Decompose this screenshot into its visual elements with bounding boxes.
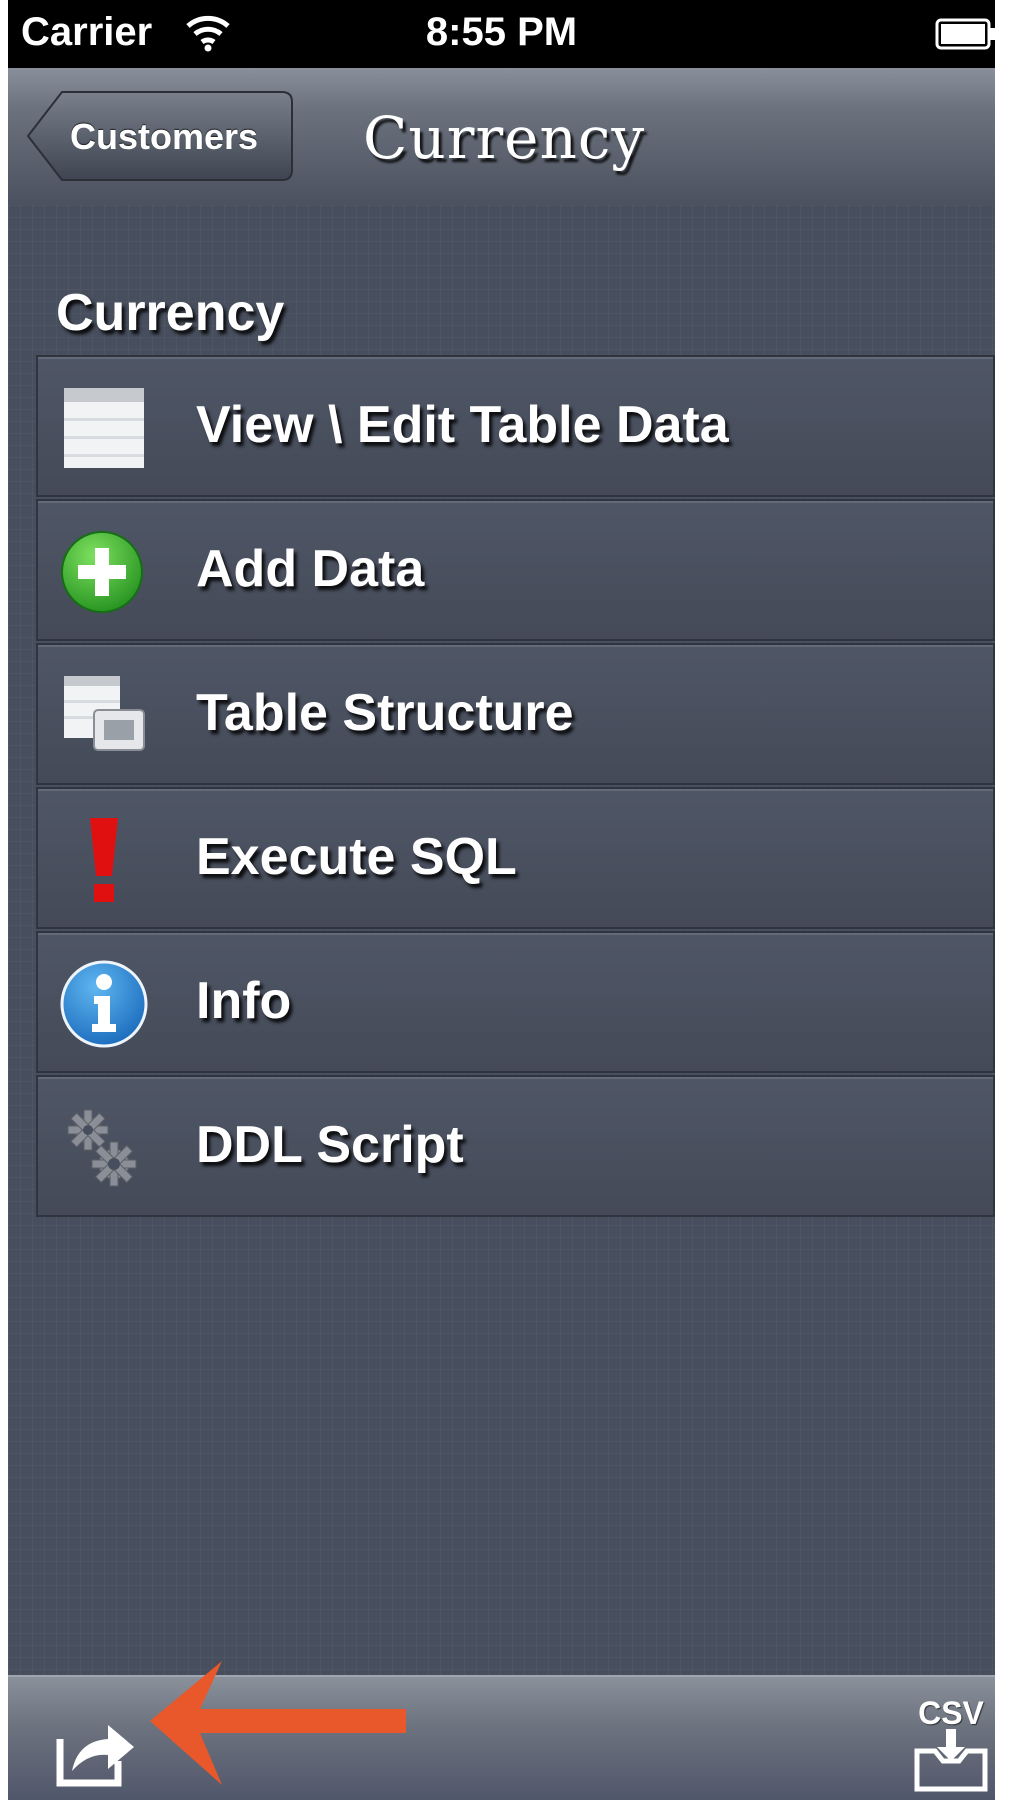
section-title: Currency <box>56 284 285 342</box>
table-icon <box>60 384 148 472</box>
csv-export-button[interactable]: CSV <box>913 1695 989 1792</box>
gears-icon <box>60 1104 148 1192</box>
status-time: 8:55 PM <box>425 10 578 54</box>
content-area: Currency View \ Edit Table Data Add Data… <box>8 205 995 1675</box>
download-tray-icon <box>914 1729 988 1792</box>
exclamation-icon <box>60 816 148 904</box>
menu-item-label: Table Structure <box>196 684 574 742</box>
nav-title: Currency <box>363 104 646 172</box>
menu-item-execute-sql[interactable]: Execute SQL <box>36 787 995 929</box>
menu-item-label: DDL Script <box>196 1116 464 1174</box>
share-button[interactable] <box>56 1713 138 1787</box>
menu-item-view-edit-table-data[interactable]: View \ Edit Table Data <box>36 355 995 497</box>
menu-item-info[interactable]: Info <box>36 931 995 1073</box>
back-button-label: Customers <box>70 116 259 157</box>
menu-item-label: Add Data <box>196 540 425 598</box>
table-structure-icon <box>60 672 148 760</box>
info-icon <box>60 960 148 1048</box>
menu-item-add-data[interactable]: Add Data <box>36 499 995 641</box>
navigation-bar: Customers Currency <box>8 68 995 207</box>
status-bar: Carrier 8:55 PM <box>8 0 995 68</box>
battery-icon <box>935 18 995 55</box>
menu-item-label: View \ Edit Table Data <box>196 396 729 454</box>
annotation-arrow-icon <box>150 1661 406 1785</box>
menu-list: View \ Edit Table Data Add Data Table St… <box>36 355 995 1219</box>
add-circle-icon <box>60 528 148 616</box>
bottom-toolbar: CSV <box>8 1661 995 1800</box>
menu-item-label: Execute SQL <box>196 828 517 886</box>
back-button[interactable]: Customers <box>26 90 294 182</box>
share-icon <box>56 1725 134 1787</box>
app-screen: Carrier 8:55 PM Customers Currency Curre… <box>8 0 995 1800</box>
menu-item-ddl-script[interactable]: DDL Script <box>36 1075 995 1217</box>
menu-item-table-structure[interactable]: Table Structure <box>36 643 995 785</box>
menu-item-label: Info <box>196 972 292 1030</box>
